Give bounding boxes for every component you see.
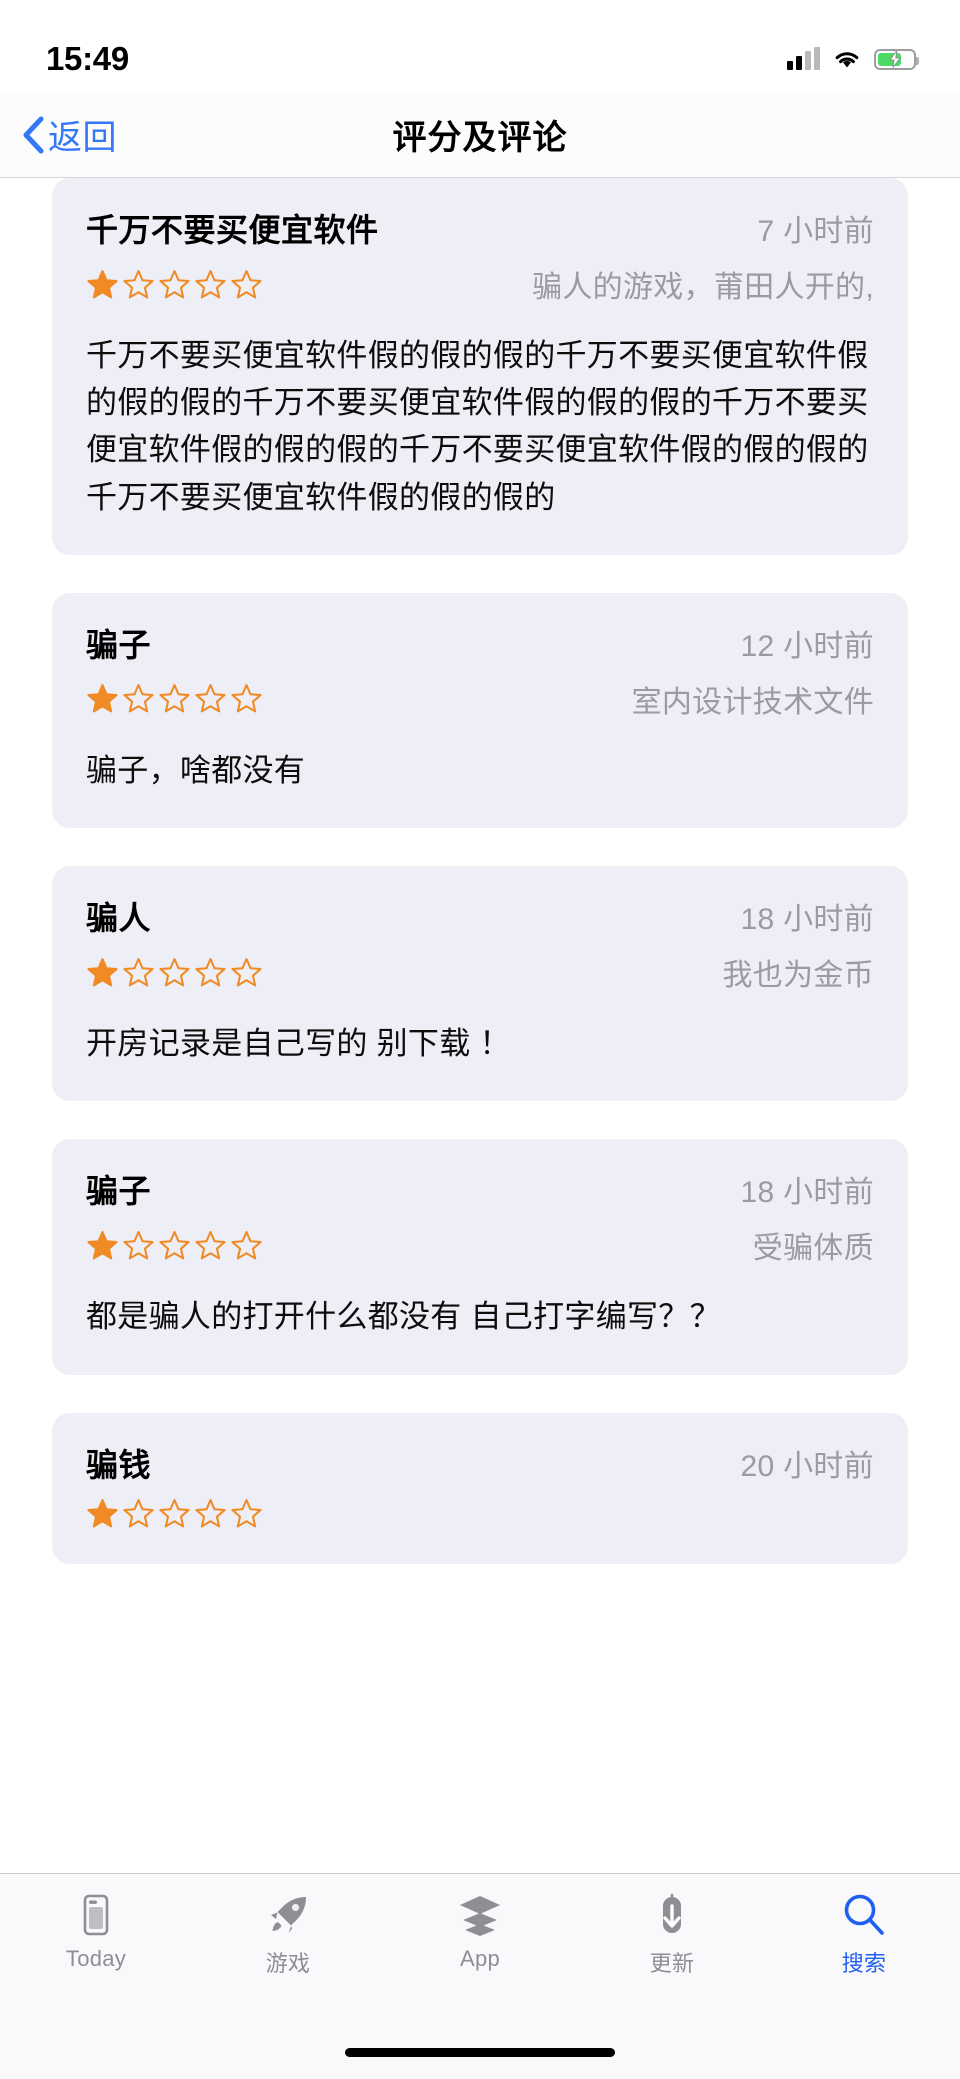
review-timestamp: 12 小时前	[722, 621, 874, 665]
review-title: 骗钱	[86, 1444, 151, 1487]
star-empty-icon	[230, 268, 263, 301]
tab-updates[interactable]: 更新	[576, 1892, 768, 1978]
review-card[interactable]: 骗子 12 小时前室内设计技术文件骗子，啥都没有	[52, 593, 908, 828]
star-empty-icon	[122, 1497, 155, 1530]
status-bar: 15:49	[0, 0, 960, 92]
star-empty-icon	[158, 1497, 191, 1530]
star-empty-icon	[194, 682, 227, 715]
reviewer-name: 室内设计技术文件	[614, 677, 874, 721]
review-title: 千万不要买便宜软件	[86, 209, 379, 252]
star-filled-icon	[86, 956, 119, 989]
star-empty-icon	[158, 1229, 191, 1262]
wifi-icon	[832, 48, 862, 70]
reviews-list: 千万不要买便宜软件 7 小时前骗人的游戏，莆田人开的, 千万不要买便宜软件假的假的假…	[52, 178, 908, 1564]
review-timestamp: 20 小时前	[722, 1441, 874, 1485]
review-header: 骗人 18 小时前	[86, 894, 874, 940]
review-header: 骗钱 20 小时前	[86, 1441, 874, 1487]
review-card[interactable]: 骗子 18 小时前受骗体质都是骗人的打开什么都没有 自己打字编写？？	[52, 1139, 908, 1374]
star-filled-icon	[86, 1229, 119, 1262]
review-timestamp: 18 小时前	[722, 894, 874, 938]
star-empty-icon	[230, 1497, 263, 1530]
review-timestamp: 18 小时前	[722, 1167, 874, 1211]
review-body-text: 骗子，啥都没有	[86, 747, 874, 794]
review-subheader: 骗人的游戏，莆田人开的,	[86, 262, 874, 306]
review-subheader	[86, 1497, 874, 1530]
star-empty-icon	[158, 956, 191, 989]
review-header: 骗子 12 小时前	[86, 621, 874, 667]
reviewer-name: 我也为金币	[705, 950, 875, 994]
star-empty-icon	[122, 682, 155, 715]
star-empty-icon	[158, 268, 191, 301]
charging-bolt-icon	[885, 49, 905, 69]
star-empty-icon	[230, 956, 263, 989]
page-title: 评分及评论	[0, 110, 960, 159]
stack-layers-icon	[457, 1892, 503, 1938]
review-title: 骗人	[86, 897, 151, 940]
star-empty-icon	[194, 956, 227, 989]
star-rating	[86, 1497, 263, 1530]
review-title: 骗子	[86, 624, 151, 667]
reviewer-name: 骗人的游戏，莆田人开的,	[514, 262, 874, 306]
tab-search[interactable]: 搜索	[768, 1892, 960, 1978]
download-arrow-icon	[649, 1892, 695, 1938]
star-empty-icon	[230, 682, 263, 715]
star-filled-icon	[86, 682, 119, 715]
tab-games[interactable]: 游戏	[192, 1892, 384, 1978]
star-rating	[86, 956, 263, 989]
tab-today[interactable]: Today	[0, 1892, 192, 1972]
tab-games-label: 游戏	[266, 1946, 311, 1978]
tab-today-label: Today	[66, 1946, 126, 1972]
home-indicator	[345, 2048, 615, 2057]
navigation-bar: 返回 评分及评论	[0, 92, 960, 178]
review-header: 千万不要买便宜软件 7 小时前	[86, 206, 874, 252]
star-empty-icon	[194, 1497, 227, 1530]
star-rating	[86, 1229, 263, 1262]
tab-app[interactable]: App	[384, 1892, 576, 1972]
review-subheader: 室内设计技术文件	[86, 677, 874, 721]
review-header: 骗子 18 小时前	[86, 1167, 874, 1213]
back-button-label: 返回	[48, 110, 117, 159]
tab-app-label: App	[460, 1946, 500, 1972]
review-subheader: 我也为金币	[86, 950, 874, 994]
review-body-text: 开房记录是自己写的 别下载 ！	[86, 1020, 874, 1067]
review-body-text: 都是骗人的打开什么都没有 自己打字编写？？	[86, 1293, 874, 1340]
review-card[interactable]: 骗人 18 小时前我也为金币开房记录是自己写的 别下载 ！	[52, 866, 908, 1101]
tab-updates-label: 更新	[650, 1946, 695, 1978]
star-empty-icon	[122, 1229, 155, 1262]
star-empty-icon	[194, 1229, 227, 1262]
rocket-icon	[265, 1892, 311, 1938]
reviews-scroll-container[interactable]: 千万不要买便宜软件 7 小时前骗人的游戏，莆田人开的, 千万不要买便宜软件假的假的假…	[0, 178, 960, 1873]
today-phone-icon	[73, 1892, 119, 1938]
tab-bar: Today 游戏 App 更新 搜索	[0, 1873, 960, 2079]
review-card[interactable]: 千万不要买便宜软件 7 小时前骗人的游戏，莆田人开的, 千万不要买便宜软件假的假的假…	[52, 178, 908, 555]
star-empty-icon	[158, 682, 191, 715]
star-empty-icon	[230, 1229, 263, 1262]
review-body-text: 千万不要买便宜软件假的假的假的千万不要买便宜软件假的假的假的千万不要买便宜软件假…	[86, 332, 874, 520]
review-title: 骗子	[86, 1170, 151, 1213]
back-button[interactable]: 返回	[0, 110, 117, 159]
battery-charging-icon	[874, 49, 916, 70]
tab-search-label: 搜索	[842, 1946, 887, 1978]
review-timestamp: 7 小时前	[739, 206, 874, 250]
status-bar-time: 15:49	[46, 40, 129, 78]
star-empty-icon	[122, 268, 155, 301]
reviewer-name: 受骗体质	[735, 1223, 874, 1267]
star-empty-icon	[122, 956, 155, 989]
review-subheader: 受骗体质	[86, 1223, 874, 1267]
star-filled-icon	[86, 268, 119, 301]
search-magnifier-icon	[841, 1892, 887, 1938]
star-filled-icon	[86, 1497, 119, 1530]
star-rating	[86, 268, 263, 301]
star-empty-icon	[194, 268, 227, 301]
cellular-signal-icon	[787, 48, 820, 70]
review-card[interactable]: 骗钱 20 小时前	[52, 1413, 908, 1564]
status-bar-indicators	[787, 48, 916, 70]
star-rating	[86, 682, 263, 715]
chevron-left-icon	[22, 116, 44, 154]
